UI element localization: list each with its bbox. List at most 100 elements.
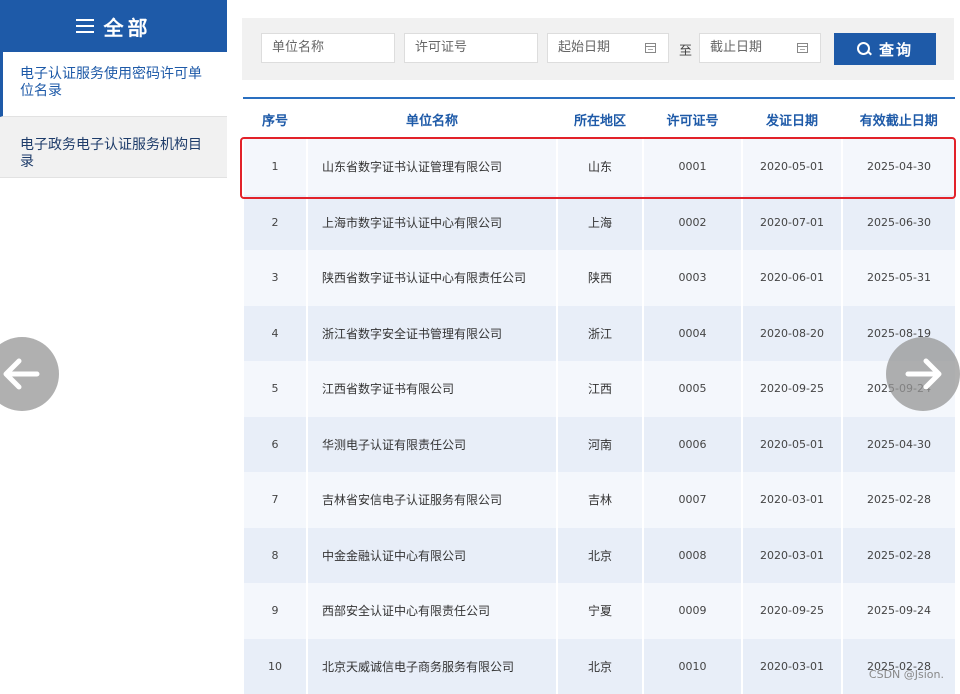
cell-no: 7 [243, 472, 307, 528]
cell-expire-date: 2025-05-31 [842, 250, 955, 306]
cell-name: 上海市数字证书认证中心有限公司 [307, 195, 557, 251]
cell-license: 0005 [643, 361, 742, 417]
cell-region: 上海 [557, 195, 643, 251]
cell-region: 陕西 [557, 250, 643, 306]
header-no: 序号 [243, 98, 307, 139]
license-input[interactable] [415, 35, 537, 61]
cell-name: 吉林省安信电子认证服务有限公司 [307, 472, 557, 528]
unit-name-field[interactable] [261, 33, 395, 63]
prev-arrow-button[interactable] [0, 337, 59, 411]
cell-issue-date: 2020-03-01 [742, 472, 842, 528]
sidebar-item-label: 电子政务电子认证服务机构目录 [20, 137, 202, 170]
cell-expire-date: 2025-09-24 [842, 583, 955, 639]
search-icon [857, 42, 871, 56]
cell-license: 0010 [643, 639, 742, 694]
cell-name: 江西省数字证书有限公司 [307, 361, 557, 417]
cell-expire-date: 2025-04-30 [842, 139, 955, 195]
cell-region: 北京 [557, 639, 643, 694]
table-body: 1山东省数字证书认证管理有限公司山东00012020-05-012025-04-… [243, 139, 955, 694]
cell-no: 2 [243, 195, 307, 251]
table-row[interactable]: 1山东省数字证书认证管理有限公司山东00012020-05-012025-04-… [243, 139, 955, 195]
cell-issue-date: 2020-09-25 [742, 583, 842, 639]
sidebar-item-egov-directory[interactable]: 电子政务电子认证服务机构目录 [0, 117, 227, 178]
cell-name: 北京天威诚信电子商务服务有限公司 [307, 639, 557, 694]
cell-license: 0001 [643, 139, 742, 195]
cell-license: 0007 [643, 472, 742, 528]
cell-no: 6 [243, 417, 307, 473]
cell-expire-date: 2025-02-28 [842, 639, 955, 694]
watermark: CSDN @Jsion. [869, 668, 944, 681]
table-row[interactable]: 4浙江省数字安全证书管理有限公司浙江00042020-08-202025-08-… [243, 306, 955, 362]
cell-region: 河南 [557, 417, 643, 473]
header-expire-date: 有效截止日期 [842, 98, 955, 139]
cell-license: 0006 [643, 417, 742, 473]
calendar-icon[interactable] [645, 43, 656, 53]
cell-issue-date: 2020-09-25 [742, 361, 842, 417]
cell-issue-date: 2020-08-20 [742, 306, 842, 362]
table-row[interactable]: 10北京天威诚信电子商务服务有限公司北京00102020-03-012025-0… [243, 639, 955, 694]
license-table: 序号 单位名称 所在地区 许可证号 发证日期 有效截止日期 1山东省数字证书认证… [242, 97, 954, 694]
cell-expire-date: 2025-02-28 [842, 472, 955, 528]
cell-expire-date: 2025-04-30 [842, 417, 955, 473]
cell-name: 浙江省数字安全证书管理有限公司 [307, 306, 557, 362]
header-name: 单位名称 [307, 98, 557, 139]
cell-no: 9 [243, 583, 307, 639]
end-date-field[interactable] [699, 33, 821, 63]
cell-name: 陕西省数字证书认证中心有限责任公司 [307, 250, 557, 306]
license-field[interactable] [404, 33, 538, 63]
cell-name: 中金金融认证中心有限公司 [307, 528, 557, 584]
header-issue-date: 发证日期 [742, 98, 842, 139]
cell-license: 0002 [643, 195, 742, 251]
menu-icon [76, 18, 94, 34]
search-button-label: 查询 [879, 39, 913, 60]
filter-bar: 至 查询 [242, 18, 954, 80]
sidebar-item-label: 电子认证服务使用密码许可单位名录 [20, 66, 202, 99]
cell-license: 0004 [643, 306, 742, 362]
arrow-left-icon [0, 337, 59, 411]
cell-no: 3 [243, 250, 307, 306]
sidebar-item-license-units[interactable]: 电子认证服务使用密码许可单位名录 [0, 52, 227, 117]
cell-issue-date: 2020-06-01 [742, 250, 842, 306]
cell-issue-date: 2020-05-01 [742, 139, 842, 195]
table-row[interactable]: 5江西省数字证书有限公司江西00052020-09-252025-09-24 [243, 361, 955, 417]
unit-name-input[interactable] [272, 35, 394, 61]
cell-issue-date: 2020-03-01 [742, 639, 842, 694]
cell-no: 10 [243, 639, 307, 694]
table-row[interactable]: 8中金金融认证中心有限公司北京00082020-03-012025-02-28 [243, 528, 955, 584]
table-row[interactable]: 9西部安全认证中心有限责任公司宁夏00092020-09-252025-09-2… [243, 583, 955, 639]
cell-region: 宁夏 [557, 583, 643, 639]
date-range-separator: 至 [679, 40, 692, 59]
cell-expire-date: 2025-06-30 [842, 195, 955, 251]
cell-no: 5 [243, 361, 307, 417]
calendar-icon[interactable] [797, 43, 808, 53]
header-license: 许可证号 [643, 98, 742, 139]
cell-name: 山东省数字证书认证管理有限公司 [307, 139, 557, 195]
table-header-row: 序号 单位名称 所在地区 许可证号 发证日期 有效截止日期 [243, 98, 955, 139]
cell-issue-date: 2020-07-01 [742, 195, 842, 251]
cell-no: 4 [243, 306, 307, 362]
cell-expire-date: 2025-02-28 [842, 528, 955, 584]
cell-license: 0003 [643, 250, 742, 306]
sidebar-header-label: 全部 [104, 12, 152, 41]
arrow-right-icon [886, 337, 960, 411]
cell-region: 山东 [557, 139, 643, 195]
cell-region: 江西 [557, 361, 643, 417]
sidebar-header[interactable]: 全部 [0, 0, 227, 52]
table-row[interactable]: 6华测电子认证有限责任公司河南00062020-05-012025-04-30 [243, 417, 955, 473]
table-row[interactable]: 7吉林省安信电子认证服务有限公司吉林00072020-03-012025-02-… [243, 472, 955, 528]
cell-issue-date: 2020-03-01 [742, 528, 842, 584]
cell-license: 0008 [643, 528, 742, 584]
search-button[interactable]: 查询 [834, 33, 936, 65]
start-date-field[interactable] [547, 33, 669, 63]
next-arrow-button[interactable] [886, 337, 960, 411]
cell-region: 吉林 [557, 472, 643, 528]
cell-issue-date: 2020-05-01 [742, 417, 842, 473]
header-region: 所在地区 [557, 98, 643, 139]
cell-name: 华测电子认证有限责任公司 [307, 417, 557, 473]
cell-no: 8 [243, 528, 307, 584]
cell-region: 北京 [557, 528, 643, 584]
cell-region: 浙江 [557, 306, 643, 362]
cell-license: 0009 [643, 583, 742, 639]
table-row[interactable]: 2上海市数字证书认证中心有限公司上海00022020-07-012025-06-… [243, 195, 955, 251]
table-row[interactable]: 3陕西省数字证书认证中心有限责任公司陕西00032020-06-012025-0… [243, 250, 955, 306]
